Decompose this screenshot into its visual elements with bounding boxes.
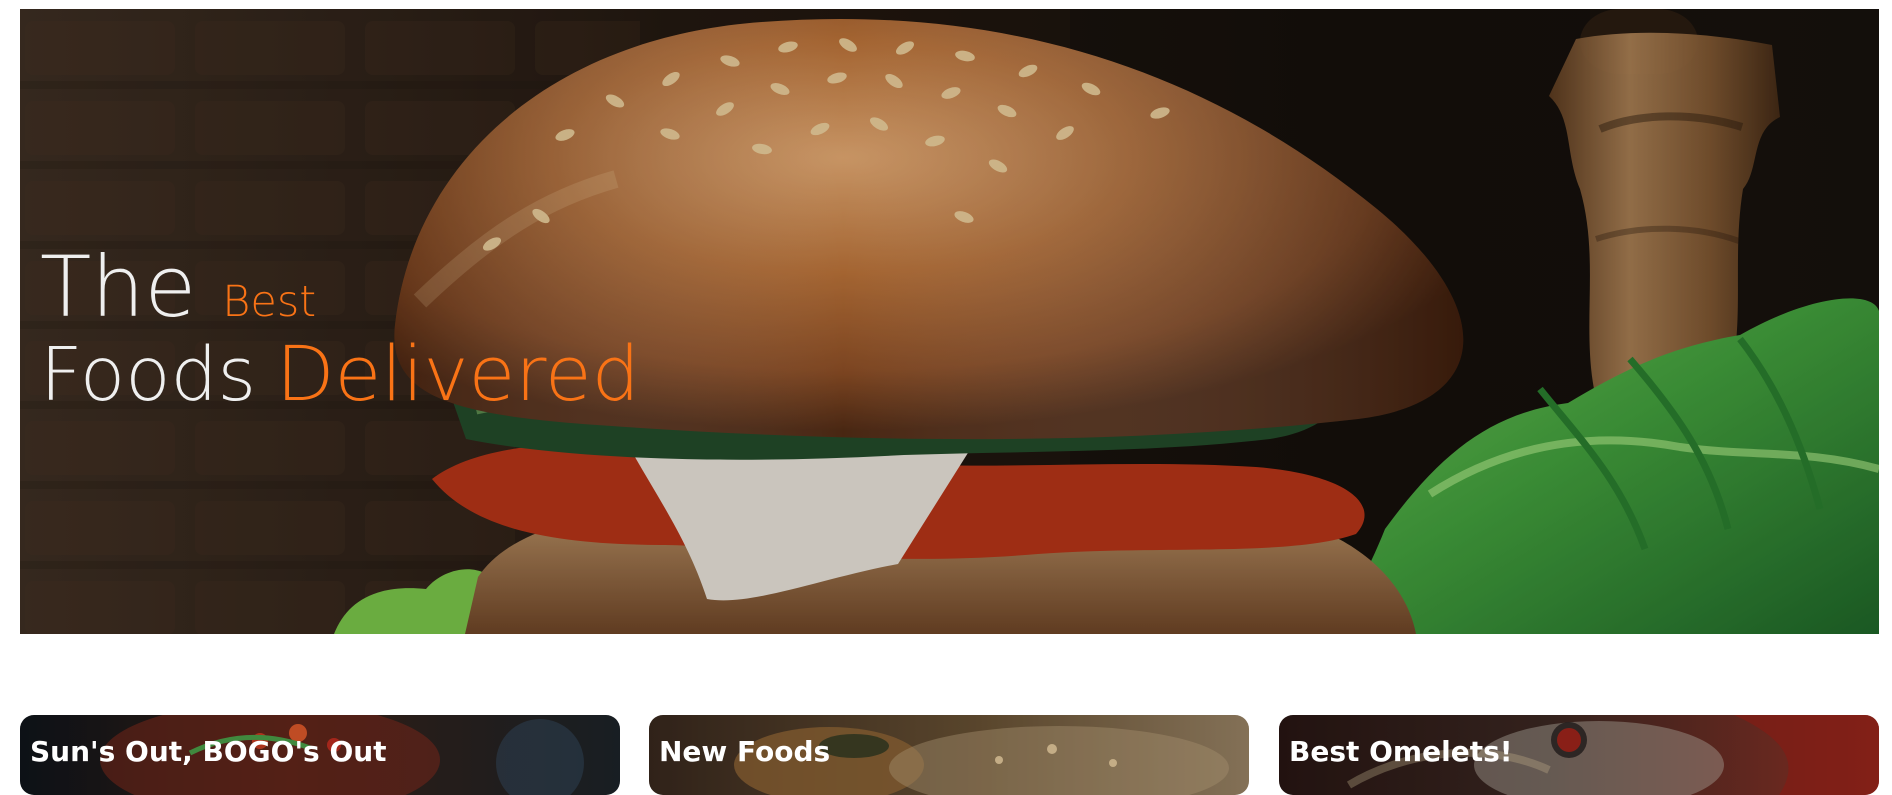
promo-title: New Foods [659,735,831,768]
promo-card-bogo[interactable]: Sun's Out, BOGO's Out [20,715,620,795]
hero-word-delivered: Delivered [276,329,640,418]
hero-word-the: The [40,238,197,336]
hero-banner: The Best Foods Delivered [20,9,1879,634]
hero-word-foods: Foods [40,332,257,418]
promo-title: Sun's Out, BOGO's Out [30,735,387,768]
hero-heading: The Best Foods Delivered [40,245,640,412]
promo-card-new-foods[interactable]: New Foods [649,715,1249,795]
promo-card-row: Sun's Out, BOGO's Out New Foods Best Ome… [20,715,1879,795]
hero-word-best: Best [222,277,317,327]
promo-card-best-omelets[interactable]: Best Omelets! [1279,715,1879,795]
promo-title: Best Omelets! [1289,735,1513,768]
